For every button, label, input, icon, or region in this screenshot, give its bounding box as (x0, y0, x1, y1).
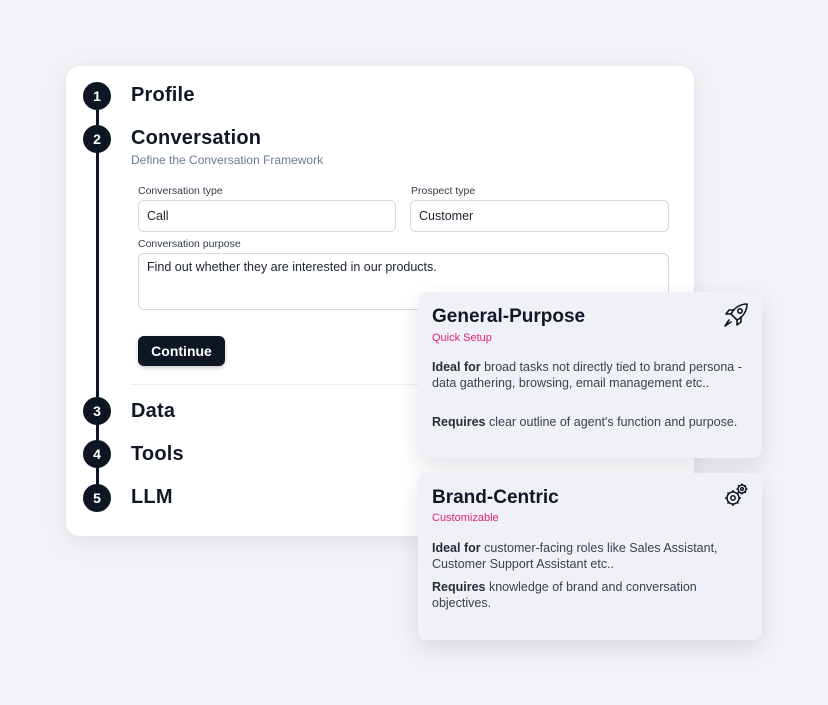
step-number-2[interactable]: 2 (83, 125, 111, 153)
prospect-type-field[interactable]: Customer (410, 200, 669, 232)
card-tag: Customizable (432, 512, 499, 524)
step-title-conversation[interactable]: Conversation (131, 127, 261, 150)
gears-icon (725, 483, 748, 506)
card-ideal-for: Ideal for customer-facing roles like Sal… (432, 541, 718, 571)
rocket-icon (724, 303, 748, 327)
step-title-llm[interactable]: LLM (131, 486, 173, 509)
conversation-purpose-label: Conversation purpose (138, 238, 241, 250)
card-ideal-for: Ideal for broad tasks not directly tied … (432, 360, 742, 390)
conversation-type-field[interactable]: Call (138, 200, 396, 232)
card-title: General-Purpose (432, 306, 586, 327)
step-number-1[interactable]: 1 (83, 82, 111, 110)
step-number-4[interactable]: 4 (83, 440, 111, 468)
step-title-data[interactable]: Data (131, 400, 175, 423)
card-title: Brand-Centric (432, 487, 559, 508)
continue-button[interactable]: Continue (138, 336, 225, 366)
conversation-type-label: Conversation type (138, 185, 223, 197)
card-tag: Quick Setup (432, 332, 492, 344)
card-requires: Requires knowledge of brand and conversa… (432, 580, 697, 610)
prospect-type-label: Prospect type (411, 185, 476, 197)
step-title-profile[interactable]: Profile (131, 84, 195, 107)
step-title-tools[interactable]: Tools (131, 443, 184, 466)
step-number-3[interactable]: 3 (83, 397, 111, 425)
card-requires: Requires clear outline of agent's functi… (432, 415, 738, 429)
step-number-5[interactable]: 5 (83, 484, 111, 512)
step-subtitle: Define the Conversation Framework (131, 153, 324, 167)
brand-centric-card[interactable]: Brand-Centric Customizable Ideal for cus… (418, 473, 762, 640)
section-divider (131, 384, 421, 385)
stepper-rail (96, 110, 99, 485)
general-purpose-card[interactable]: General-Purpose Quick Setup Ideal for br… (418, 292, 762, 458)
